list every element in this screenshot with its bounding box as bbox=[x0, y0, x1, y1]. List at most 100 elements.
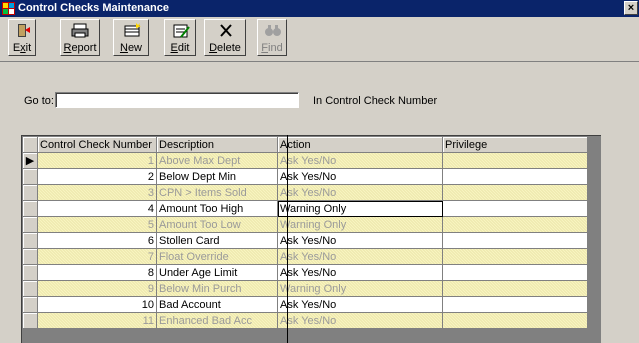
privilege-cell[interactable] bbox=[442, 232, 588, 249]
report-button[interactable]: Report bbox=[60, 19, 100, 56]
description-cell[interactable]: Amount Too Low bbox=[156, 216, 278, 233]
action-cell[interactable]: Ask Yes/No bbox=[277, 184, 443, 201]
goto-input[interactable] bbox=[55, 92, 299, 108]
grid-body: ▶ 1 Above Max Dept Ask Yes/No 2 Below Dept Mi… bbox=[22, 152, 588, 329]
control-check-number-cell[interactable]: 7 bbox=[37, 248, 157, 265]
table-row[interactable]: 11 Enhanced Bad Acc Ask Yes/No bbox=[22, 312, 588, 329]
control-checks-window: Control Checks Maintenance × Exit Report… bbox=[0, 0, 639, 343]
window-title: Control Checks Maintenance bbox=[18, 2, 169, 14]
description-cell[interactable]: Enhanced Bad Acc bbox=[156, 312, 278, 329]
edit-record-icon bbox=[173, 24, 190, 38]
action-cell[interactable]: Ask Yes/No bbox=[277, 232, 443, 249]
row-indicator[interactable] bbox=[22, 200, 38, 217]
action-cell[interactable]: Ask Yes/No bbox=[277, 152, 443, 169]
action-cell[interactable]: Ask Yes/No bbox=[277, 296, 443, 313]
close-icon: × bbox=[627, 2, 635, 14]
header-description[interactable]: Description bbox=[156, 136, 278, 153]
control-check-number-cell[interactable]: 11 bbox=[37, 312, 157, 329]
app-grid-icon bbox=[2, 2, 15, 15]
control-check-number-cell[interactable]: 4 bbox=[37, 200, 157, 217]
header-action[interactable]: Action bbox=[277, 136, 443, 153]
row-indicator[interactable] bbox=[22, 184, 38, 201]
privilege-cell[interactable] bbox=[442, 200, 588, 217]
delete-label: Delete bbox=[209, 42, 241, 54]
action-cell[interactable]: Warning Only bbox=[277, 216, 443, 233]
header-privilege[interactable]: Privilege bbox=[442, 136, 588, 153]
description-cell[interactable]: CPN > Items Sold bbox=[156, 184, 278, 201]
control-checks-grid[interactable]: Control Check Number Description Action … bbox=[21, 135, 601, 343]
row-indicator[interactable] bbox=[22, 312, 38, 329]
new-record-icon bbox=[124, 23, 141, 37]
find-label: Find bbox=[261, 42, 283, 54]
privilege-cell[interactable] bbox=[442, 184, 588, 201]
table-row[interactable]: 8 Under Age Limit Ask Yes/No bbox=[22, 264, 588, 281]
title-bar[interactable]: Control Checks Maintenance × bbox=[0, 0, 639, 17]
table-row[interactable]: 5 Amount Too Low Warning Only bbox=[22, 216, 588, 233]
row-indicator[interactable] bbox=[22, 168, 38, 185]
privilege-cell[interactable] bbox=[442, 312, 588, 329]
action-cell[interactable]: Ask Yes/No bbox=[277, 312, 443, 329]
row-indicator[interactable] bbox=[22, 296, 38, 313]
privilege-cell[interactable] bbox=[442, 152, 588, 169]
description-cell[interactable]: Amount Too High bbox=[156, 200, 278, 217]
column-divider bbox=[287, 135, 288, 343]
printer-icon bbox=[71, 23, 89, 38]
table-row[interactable]: 2 Below Dept Min Ask Yes/No bbox=[22, 168, 588, 185]
description-cell[interactable]: Float Override bbox=[156, 248, 278, 265]
privilege-cell[interactable] bbox=[442, 280, 588, 297]
table-row[interactable]: 6 Stollen Card Ask Yes/No bbox=[22, 232, 588, 249]
table-row[interactable]: 10 Bad Account Ask Yes/No bbox=[22, 296, 588, 313]
description-cell[interactable]: Under Age Limit bbox=[156, 264, 278, 281]
control-check-number-cell[interactable]: 6 bbox=[37, 232, 157, 249]
control-check-number-cell[interactable]: 10 bbox=[37, 296, 157, 313]
description-cell[interactable]: Above Max Dept bbox=[156, 152, 278, 169]
privilege-cell[interactable] bbox=[442, 248, 588, 265]
close-button[interactable]: × bbox=[624, 1, 638, 15]
action-cell[interactable]: Ask Yes/No bbox=[277, 264, 443, 281]
control-check-number-cell[interactable]: 3 bbox=[37, 184, 157, 201]
description-cell[interactable]: Below Min Purch bbox=[156, 280, 278, 297]
edit-label: Edit bbox=[170, 42, 190, 54]
table-row[interactable]: ▶ 1 Above Max Dept Ask Yes/No bbox=[22, 152, 588, 169]
control-check-number-cell[interactable]: 1 bbox=[37, 152, 157, 169]
grid-header-row: Control Check Number Description Action … bbox=[22, 136, 588, 153]
exit-door-icon bbox=[18, 24, 30, 37]
action-cell[interactable]: Warning Only bbox=[277, 280, 443, 297]
row-indicator[interactable] bbox=[22, 216, 38, 233]
row-indicator[interactable] bbox=[22, 248, 38, 265]
current-row-pointer-icon[interactable]: ▶ bbox=[22, 152, 38, 169]
exit-button[interactable]: Exit bbox=[8, 19, 36, 56]
row-indicator[interactable] bbox=[22, 264, 38, 281]
toolbar: Exit Report New Edit Delete Find bbox=[0, 17, 639, 62]
table-row[interactable]: 7 Float Override Ask Yes/No bbox=[22, 248, 588, 265]
find-button[interactable]: Find bbox=[257, 19, 287, 56]
table-row[interactable]: 3 CPN > Items Sold Ask Yes/No bbox=[22, 184, 588, 201]
delete-x-icon bbox=[220, 24, 232, 37]
table-row[interactable]: 9 Below Min Purch Warning Only bbox=[22, 280, 588, 297]
header-control-check-number[interactable]: Control Check Number bbox=[37, 136, 157, 153]
control-check-number-cell[interactable]: 8 bbox=[37, 264, 157, 281]
report-label: Report bbox=[63, 42, 97, 54]
privilege-cell[interactable] bbox=[442, 296, 588, 313]
goto-label: Go to: bbox=[24, 95, 54, 107]
control-check-number-cell[interactable]: 2 bbox=[37, 168, 157, 185]
control-check-number-cell[interactable]: 9 bbox=[37, 280, 157, 297]
table-row[interactable]: 4 Amount Too High Warning Only bbox=[22, 200, 588, 217]
action-cell[interactable]: Ask Yes/No bbox=[277, 248, 443, 265]
action-cell[interactable]: Warning Only bbox=[277, 200, 443, 217]
row-indicator[interactable] bbox=[22, 280, 38, 297]
action-cell[interactable]: Ask Yes/No bbox=[277, 168, 443, 185]
goto-suffix-label: In Control Check Number bbox=[313, 95, 438, 107]
privilege-cell[interactable] bbox=[442, 216, 588, 233]
control-check-number-cell[interactable]: 5 bbox=[37, 216, 157, 233]
description-cell[interactable]: Bad Account bbox=[156, 296, 278, 313]
description-cell[interactable]: Stollen Card bbox=[156, 232, 278, 249]
new-label: New bbox=[119, 42, 142, 54]
description-cell[interactable]: Below Dept Min bbox=[156, 168, 278, 185]
privilege-cell[interactable] bbox=[442, 264, 588, 281]
new-button[interactable]: New bbox=[113, 19, 149, 56]
row-indicator[interactable] bbox=[22, 232, 38, 249]
edit-button[interactable]: Edit bbox=[164, 19, 196, 56]
delete-button[interactable]: Delete bbox=[204, 19, 246, 56]
privilege-cell[interactable] bbox=[442, 168, 588, 185]
